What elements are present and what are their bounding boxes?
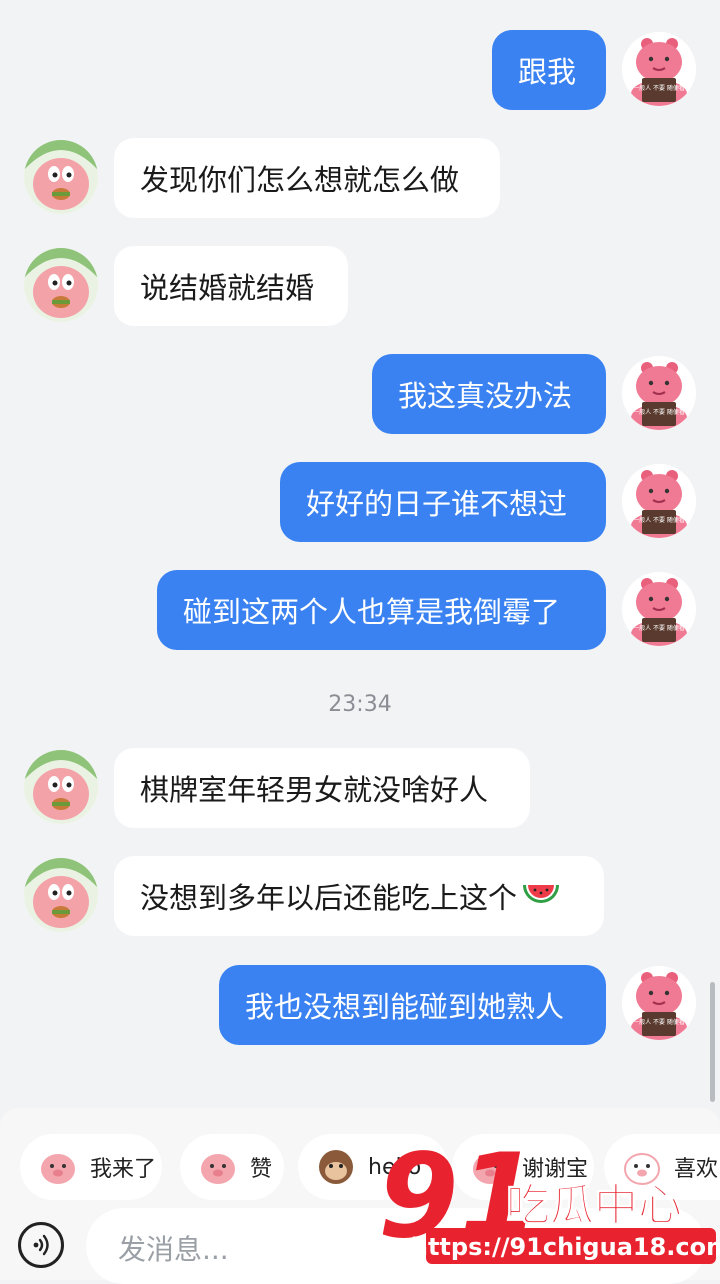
contact-avatar[interactable] <box>24 858 98 932</box>
message-bubble[interactable]: 棋牌室年轻男女就没啥好人 <box>114 748 530 828</box>
self-avatar[interactable]: 一般人 不要 随便看 <box>622 464 696 538</box>
message-bubble[interactable]: 好好的日子谁不想过 <box>280 462 606 542</box>
voice-input-button[interactable] <box>18 1222 64 1268</box>
svg-text:一般人 不要 随便看: 一般人 不要 随便看 <box>633 624 685 632</box>
self-avatar[interactable]: 一般人 不要 随便看 <box>622 966 696 1040</box>
watermelon-icon <box>523 885 560 903</box>
monkey-sticker-icon <box>319 1150 353 1184</box>
contact-avatar[interactable] <box>24 750 98 824</box>
timestamp: 23:34 <box>328 692 392 717</box>
message-bubble[interactable]: 我这真没办法 <box>372 354 606 434</box>
message-input-placeholder: 发消息... <box>118 1233 229 1266</box>
svg-text:一般人 不要 随便看: 一般人 不要 随便看 <box>633 516 685 524</box>
chat-area: 跟我 一般人 不要 随便看 发现你们怎么想就怎么做 说结婚就结婚 我这真没办法 … <box>0 0 720 1110</box>
self-avatar[interactable]: 一般人 不要 随便看 <box>622 32 696 106</box>
self-avatar[interactable]: 一般人 不要 随便看 <box>622 356 696 430</box>
contact-avatar[interactable] <box>24 248 98 322</box>
svg-text:一般人 不要 随便看: 一般人 不要 随便看 <box>633 408 685 416</box>
svg-text:一般人 不要 随便看: 一般人 不要 随便看 <box>633 1018 685 1026</box>
site-watermark: 91 吃瓜中心 https://91chigua18.com <box>378 1129 720 1264</box>
watermark-name: 吃瓜中心 <box>506 1180 682 1231</box>
sticker-chip[interactable]: 赞 <box>180 1134 284 1200</box>
pig-sticker-icon <box>201 1154 235 1184</box>
message-bubble[interactable]: 跟我 <box>492 30 606 110</box>
message-bubble[interactable]: 我也没想到能碰到她熟人 <box>219 965 606 1045</box>
svg-text:一般人 不要 随便看: 一般人 不要 随便看 <box>633 84 685 92</box>
watermark-url: https://91chigua18.com <box>411 1233 720 1261</box>
sticker-chip[interactable]: 我来了 <box>20 1134 162 1200</box>
message-bubble[interactable]: 发现你们怎么想就怎么做 <box>114 138 500 218</box>
contact-avatar[interactable] <box>24 140 98 214</box>
sound-wave-icon <box>33 1234 49 1256</box>
pig-sticker-icon <box>41 1154 75 1184</box>
message-bubble[interactable]: 说结婚就结婚 <box>114 246 348 326</box>
message-bubble[interactable]: 没想到多年以后还能吃上这个 <box>114 856 604 936</box>
self-avatar[interactable]: 一般人 不要 随便看 <box>622 572 696 646</box>
message-text: 没想到多年以后还能吃上这个 <box>140 881 518 915</box>
scrollbar[interactable] <box>710 982 715 1102</box>
message-bubble[interactable]: 碰到这两个人也算是我倒霉了 <box>157 570 606 650</box>
